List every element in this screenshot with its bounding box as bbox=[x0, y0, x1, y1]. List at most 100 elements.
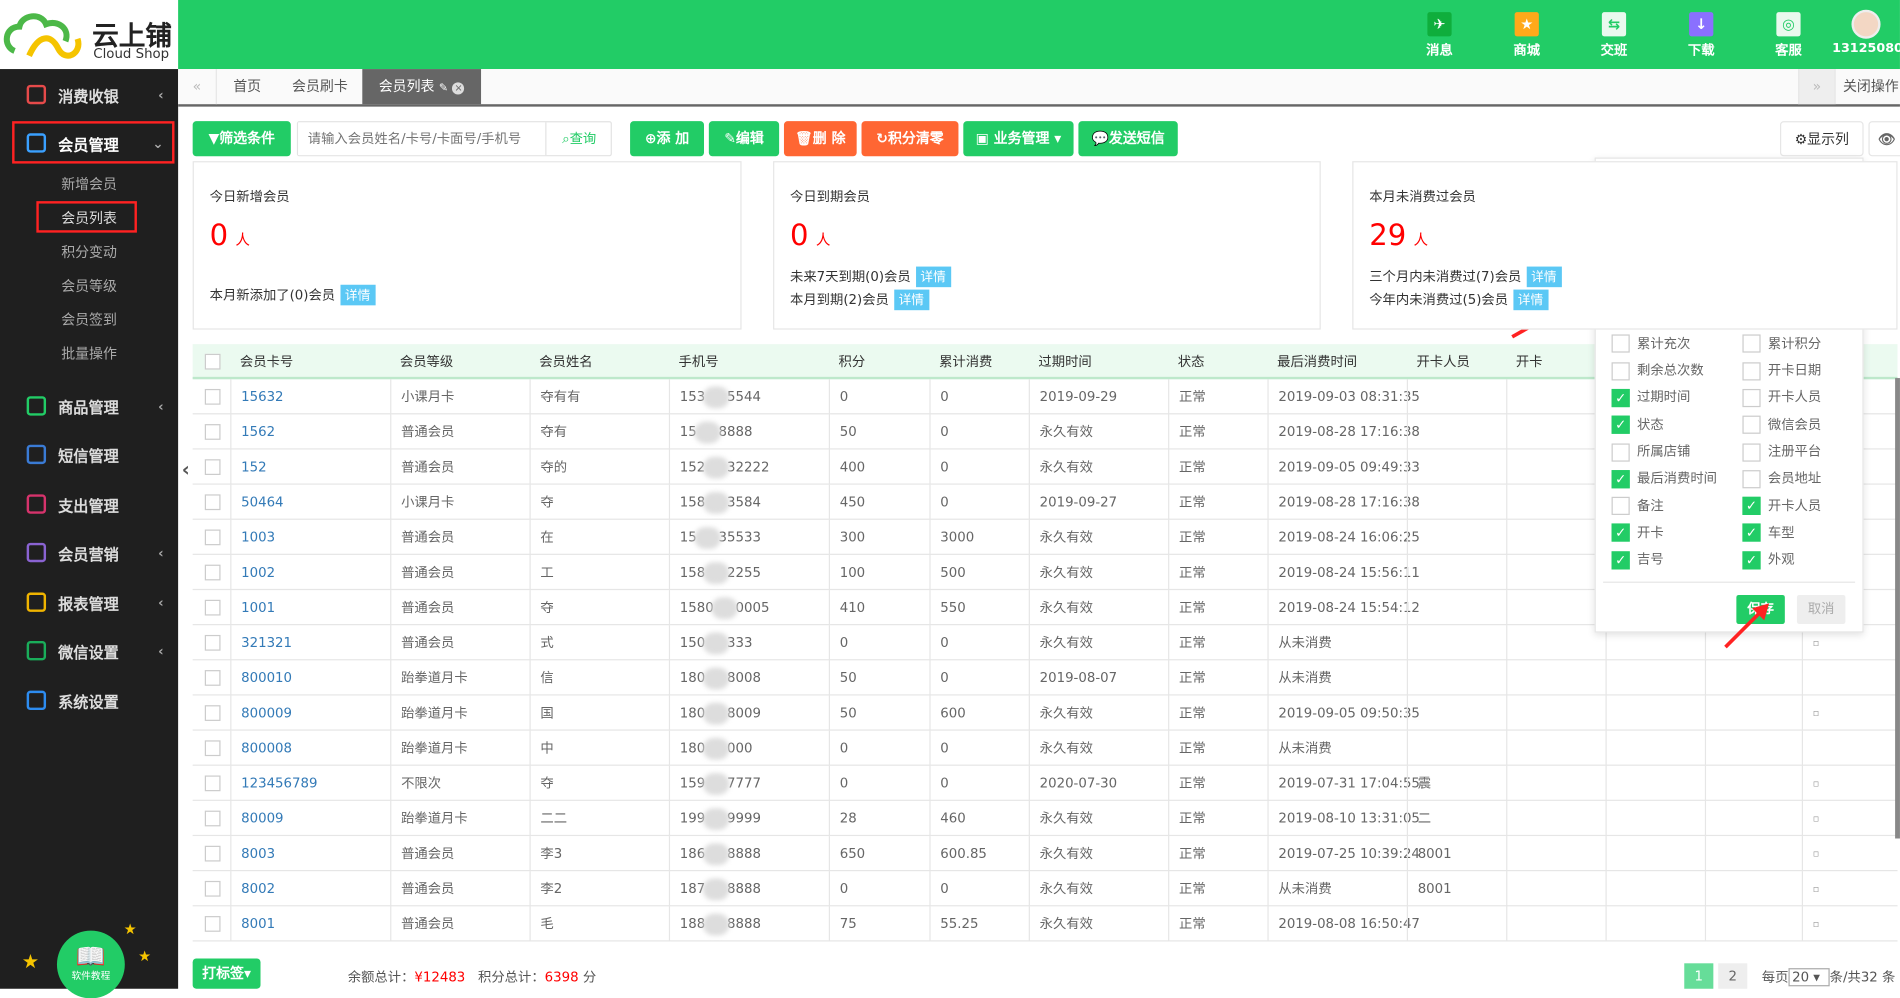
query-button[interactable]: ⌕查询 bbox=[545, 122, 612, 156]
row-checkbox[interactable] bbox=[204, 599, 221, 616]
member-card-link[interactable]: 152 bbox=[230, 449, 267, 485]
tabs-prev-button[interactable]: « bbox=[178, 69, 217, 105]
member-card-link[interactable]: 1562 bbox=[230, 414, 275, 450]
sidebar-subitem[interactable]: 会员签到 bbox=[0, 303, 178, 337]
row-checkbox[interactable] bbox=[204, 810, 221, 827]
checkbox-checked[interactable]: ✓ bbox=[1742, 496, 1761, 516]
member-card-link[interactable]: 1003 bbox=[230, 519, 275, 555]
sidebar-item-wechat[interactable]: 微信设置 ‹ bbox=[0, 626, 178, 674]
column-option[interactable]: 开卡人员 bbox=[1742, 388, 1821, 407]
row-checkbox[interactable] bbox=[204, 705, 221, 721]
checkbox-checked[interactable]: ✓ bbox=[1611, 523, 1630, 543]
details-button[interactable]: 详情 bbox=[893, 289, 929, 311]
member-card-link[interactable]: 800010 bbox=[230, 660, 292, 696]
row-checkbox[interactable] bbox=[204, 775, 221, 792]
add-button[interactable]: ⊕添 加 bbox=[630, 121, 704, 157]
row-checkbox[interactable] bbox=[204, 845, 221, 862]
sidebar-subitem[interactable]: 会员列表 bbox=[0, 201, 178, 235]
sidebar-subitem[interactable]: 新增会员 bbox=[0, 167, 178, 201]
column-option[interactable]: ✓ 车型 bbox=[1742, 523, 1795, 543]
per-page-select[interactable]: 20 ▾ bbox=[1788, 968, 1830, 987]
checkbox-unchecked[interactable] bbox=[1742, 415, 1761, 435]
row-checkbox[interactable] bbox=[204, 880, 221, 897]
business-dropdown[interactable]: ▣ 业务管理 ▾ bbox=[963, 121, 1074, 157]
checkbox-checked[interactable]: ✓ bbox=[1611, 550, 1630, 570]
details-button[interactable]: 详情 bbox=[339, 284, 376, 306]
member-card-link[interactable]: 800009 bbox=[230, 695, 292, 731]
page-1[interactable]: 1 bbox=[1684, 963, 1714, 989]
checkbox-checked[interactable]: ✓ bbox=[1611, 388, 1630, 407]
sidebar-subitem[interactable]: 积分变动 bbox=[0, 235, 178, 269]
column-option[interactable]: ✓ 外观 bbox=[1742, 550, 1795, 570]
close-ops-button[interactable]: 关闭操作 bbox=[1834, 69, 1900, 105]
sidebar-subitem[interactable]: 批量操作 bbox=[0, 337, 178, 371]
checkbox-unchecked[interactable] bbox=[1742, 361, 1761, 380]
member-card-link[interactable]: 1002 bbox=[230, 554, 275, 591]
sidebar-subitem[interactable]: 会员等级 bbox=[0, 269, 178, 303]
details-button[interactable]: 详情 bbox=[1526, 266, 1562, 288]
row-checkbox[interactable] bbox=[204, 564, 221, 581]
delete-button[interactable]: 🗑删 除 bbox=[783, 121, 857, 157]
select-all-checkbox[interactable] bbox=[204, 353, 221, 370]
row-checkbox[interactable] bbox=[204, 459, 221, 475]
details-button[interactable]: 详情 bbox=[915, 266, 951, 288]
checkbox-unchecked[interactable] bbox=[1742, 388, 1761, 407]
tabs-next-button[interactable]: » bbox=[1798, 69, 1835, 105]
clear-points-button[interactable]: ↻积分清零 bbox=[861, 121, 959, 157]
member-card-link[interactable]: 1001 bbox=[230, 590, 275, 626]
header-bell-button[interactable]: ✈ 消息 bbox=[1409, 12, 1470, 59]
tutorial-button[interactable]: 📖 软件教程 bbox=[56, 930, 125, 998]
scrollbar[interactable] bbox=[1895, 378, 1900, 839]
edit-button[interactable]: ✎编辑 bbox=[708, 121, 780, 157]
row-checkbox[interactable] bbox=[204, 424, 221, 440]
column-option[interactable]: ✓ 最后消费时间 bbox=[1611, 469, 1717, 489]
sidebar-item-member[interactable]: 会员管理 ⌄ bbox=[0, 119, 178, 167]
sidebar-item-report[interactable]: 报表管理 ‹ bbox=[0, 578, 178, 626]
sidebar-item-sms[interactable]: 短信管理 bbox=[0, 430, 178, 478]
details-button[interactable]: 详情 bbox=[1512, 289, 1549, 311]
row-checkbox[interactable] bbox=[204, 529, 221, 546]
eye-icon[interactable]: 👁 bbox=[1868, 121, 1900, 157]
checkbox-checked[interactable]: ✓ bbox=[1611, 469, 1630, 489]
column-option[interactable]: 微信会员 bbox=[1742, 415, 1821, 435]
column-option[interactable]: ✓ 吉号 bbox=[1611, 550, 1664, 570]
checkbox-unchecked[interactable] bbox=[1611, 361, 1630, 380]
column-option[interactable]: 注册平台 bbox=[1742, 442, 1821, 462]
cancel-button[interactable]: 取消 bbox=[1796, 594, 1846, 625]
page-2[interactable]: 2 bbox=[1718, 963, 1748, 989]
sidebar-item-gear[interactable]: 系统设置 bbox=[0, 676, 178, 724]
tab-member-swipe[interactable]: 会员刷卡 bbox=[277, 69, 362, 104]
row-checkbox[interactable] bbox=[204, 740, 221, 757]
member-card-link[interactable]: 321321 bbox=[230, 625, 292, 661]
column-option[interactable]: 会员地址 bbox=[1742, 469, 1821, 489]
checkbox-unchecked[interactable] bbox=[1742, 334, 1761, 353]
checkbox-unchecked[interactable] bbox=[1611, 496, 1630, 516]
sidebar-item-goods[interactable]: 商品管理 ‹ bbox=[0, 382, 178, 430]
search-input[interactable] bbox=[298, 122, 546, 156]
column-option[interactable]: 开卡日期 bbox=[1742, 361, 1821, 380]
column-option[interactable]: ✓ 开卡 bbox=[1611, 523, 1664, 543]
column-option[interactable]: ✓ 开卡人员 bbox=[1742, 496, 1821, 516]
member-card-link[interactable]: 8003 bbox=[230, 836, 275, 872]
sidebar-item-gift[interactable]: 会员营销 ‹ bbox=[0, 528, 178, 576]
member-card-link[interactable]: 50464 bbox=[230, 484, 284, 520]
tab-home[interactable]: 首页 bbox=[217, 69, 278, 104]
checkbox-unchecked[interactable] bbox=[1611, 442, 1630, 462]
member-card-link[interactable]: 8001 bbox=[230, 906, 275, 942]
checkbox-unchecked[interactable] bbox=[1742, 469, 1761, 489]
row-checkbox[interactable] bbox=[204, 494, 221, 511]
member-card-link[interactable]: 15632 bbox=[230, 379, 284, 415]
row-checkbox[interactable] bbox=[204, 670, 221, 686]
checkbox-checked[interactable]: ✓ bbox=[1611, 415, 1630, 435]
checkbox-checked[interactable]: ✓ bbox=[1742, 550, 1761, 570]
filter-button[interactable]: ▼筛选条件 bbox=[192, 121, 291, 157]
member-card-link[interactable]: 123456789 bbox=[230, 765, 317, 801]
checkbox-checked[interactable]: ✓ bbox=[1742, 523, 1761, 543]
row-checkbox[interactable] bbox=[204, 388, 221, 405]
column-option[interactable]: 累计积分 bbox=[1742, 334, 1821, 353]
tab-member-list[interactable]: 会员列表 ✎ × bbox=[362, 69, 482, 105]
header-headset-button[interactable]: ◎ 客服 bbox=[1758, 12, 1819, 59]
header-swap-button[interactable]: ⇆ 交班 bbox=[1584, 12, 1645, 59]
member-card-link[interactable]: 80009 bbox=[230, 800, 284, 837]
send-sms-button[interactable]: 💬发送短信 bbox=[1078, 121, 1178, 157]
